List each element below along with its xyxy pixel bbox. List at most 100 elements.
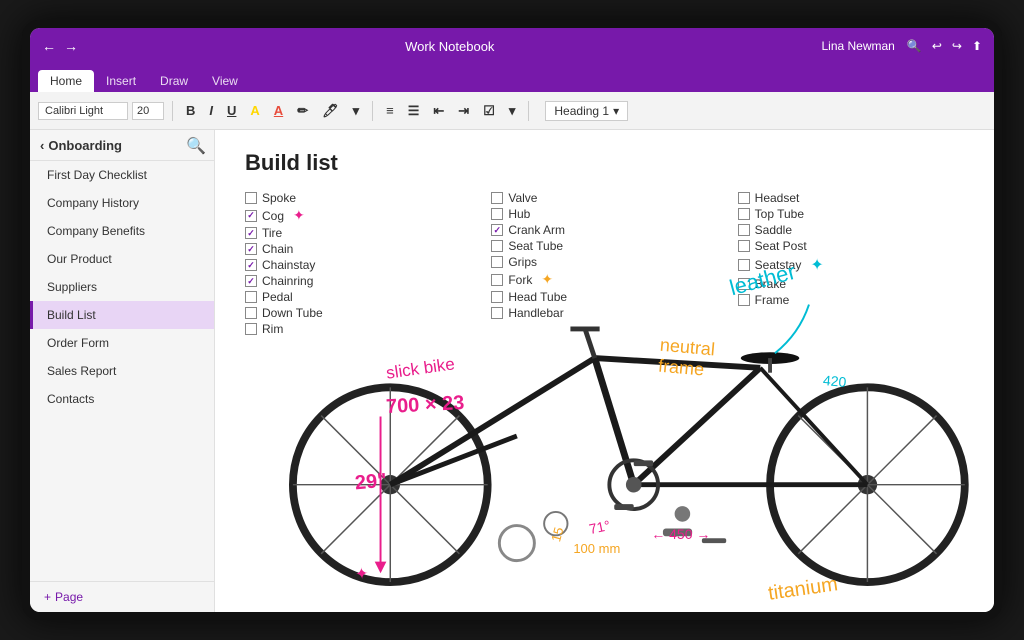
item-label: Hub (508, 207, 530, 221)
heading-dropdown[interactable]: Heading 1 ▾ (545, 101, 628, 121)
italic-button[interactable]: I (204, 101, 218, 120)
item-label: Seat Tube (508, 239, 563, 253)
checkbox-chain[interactable] (245, 243, 257, 255)
format-button[interactable]: ✏ (292, 101, 313, 121)
list-item: Chain (245, 241, 471, 257)
sidebar-item-build-list[interactable]: Build List (30, 301, 214, 329)
increase-indent-button[interactable]: ⇥ (453, 101, 474, 121)
item-label: Crank Arm (508, 223, 565, 237)
font-size-selector[interactable] (132, 102, 164, 120)
sidebar-item-company-benefits[interactable]: Company Benefits (30, 217, 214, 245)
tab-view[interactable]: View (200, 70, 250, 92)
checkbox-crank-arm[interactable] (491, 224, 503, 236)
star-annotation-cog: ✦ (293, 207, 305, 224)
search-icon[interactable]: 🔍 (907, 39, 922, 53)
bike-illustration (215, 260, 994, 612)
checkbox-tire[interactable] (245, 227, 257, 239)
item-label: Valve (508, 191, 537, 205)
item-label: Saddle (755, 223, 792, 237)
list-item: Headset (738, 190, 964, 206)
checkbox-top-tube[interactable] (738, 208, 750, 220)
share-icon[interactable]: ⬆ (972, 39, 982, 53)
main-layout: ‹ Onboarding 🔍 First Day Checklist Compa… (30, 130, 994, 612)
sidebar-search-icon[interactable]: 🔍 (186, 136, 204, 154)
erase-button[interactable]: 🖊 (317, 101, 344, 121)
list-item: Valve (491, 190, 717, 206)
sidebar-item-contacts[interactable]: Contacts (30, 385, 214, 413)
item-label: Headset (755, 191, 800, 205)
item-label: Top Tube (755, 207, 804, 221)
forward-arrow[interactable]: → (64, 38, 78, 54)
checkbox-saddle[interactable] (738, 224, 750, 236)
font-selector[interactable] (38, 102, 128, 120)
undo-icon[interactable]: ↩ (932, 39, 942, 53)
checkbox-valve[interactable] (491, 192, 503, 204)
decrease-indent-button[interactable]: ⇤ (428, 101, 449, 121)
checkbox-button[interactable]: ☑ (478, 101, 500, 121)
title-bar-nav: ← → (42, 38, 78, 54)
sidebar-collapse-arrow[interactable]: ‹ (40, 138, 44, 153)
list-item: Seat Tube (491, 238, 717, 254)
ribbon-tabs: Home Insert Draw View (30, 64, 994, 92)
list-item: Spoke (245, 190, 471, 206)
checkbox-hub[interactable] (491, 208, 503, 220)
sidebar-item-first-day[interactable]: First Day Checklist (30, 161, 214, 189)
list-item: Crank Arm (491, 222, 717, 238)
checkbox-spoke[interactable] (245, 192, 257, 204)
font-color-button[interactable]: A (269, 101, 288, 120)
checkbox-headset[interactable] (738, 192, 750, 204)
back-arrow[interactable]: ← (42, 38, 56, 54)
checkbox-seat-post[interactable] (738, 240, 750, 252)
add-page-icon: + (44, 590, 51, 604)
numbered-list-button[interactable]: ☰ (403, 101, 425, 121)
list-item: Hub (491, 206, 717, 222)
toolbar-separator-2 (372, 101, 373, 121)
sidebar-item-sales-report[interactable]: Sales Report (30, 357, 214, 385)
notebook-title: Work Notebook (405, 39, 494, 54)
title-bar: ← → Work Notebook Lina Newman 🔍 ↩ ↪ ⬆ (30, 28, 994, 64)
sidebar-item-our-product[interactable]: Our Product (30, 245, 214, 273)
title-bar-right: Lina Newman 🔍 ↩ ↪ ⬆ (821, 39, 982, 53)
content-area: Build list Spoke Cog✦ Tire Chain Chainst… (215, 130, 994, 612)
sidebar-header: ‹ Onboarding 🔍 (30, 130, 214, 161)
tab-insert[interactable]: Insert (94, 70, 148, 92)
title-bar-icons: 🔍 ↩ ↪ ⬆ (907, 39, 982, 53)
tab-home[interactable]: Home (38, 70, 94, 92)
list-item: Tire (245, 225, 471, 241)
item-label: Tire (262, 226, 282, 240)
format-dropdown[interactable]: ▾ (348, 101, 365, 121)
checkbox-seat-tube[interactable] (491, 240, 503, 252)
tab-draw[interactable]: Draw (148, 70, 200, 92)
heading-label: Heading 1 (554, 104, 609, 118)
device-frame: ← → Work Notebook Lina Newman 🔍 ↩ ↪ ⬆ Ho… (22, 20, 1002, 620)
page-title: Build list (245, 150, 964, 176)
highlight-button[interactable]: A (245, 101, 264, 120)
device-screen: ← → Work Notebook Lina Newman 🔍 ↩ ↪ ⬆ Ho… (30, 28, 994, 612)
sidebar: ‹ Onboarding 🔍 First Day Checklist Compa… (30, 130, 215, 612)
bold-button[interactable]: B (181, 101, 200, 120)
toolbar: B I U A A ✏ 🖊 ▾ ≡ ☰ ⇤ ⇥ ☑ ▾ Heading 1 ▾ (30, 92, 994, 130)
toolbar-separator-1 (172, 101, 173, 121)
user-name: Lina Newman (821, 39, 894, 53)
add-page-button[interactable]: + Page (30, 581, 214, 612)
heading-dropdown-arrow: ▾ (613, 104, 619, 118)
sidebar-section-name: Onboarding (48, 138, 122, 153)
redo-icon[interactable]: ↪ (952, 39, 962, 53)
bullets-button[interactable]: ≡ (381, 101, 399, 120)
sidebar-item-order-form[interactable]: Order Form (30, 329, 214, 357)
toolbar-separator-3 (528, 101, 529, 121)
sidebar-item-suppliers[interactable]: Suppliers (30, 273, 214, 301)
sidebar-item-company-history[interactable]: Company History (30, 189, 214, 217)
item-label: Chain (262, 242, 293, 256)
list-item: Seat Post (738, 238, 964, 254)
list-dropdown[interactable]: ▾ (504, 101, 521, 121)
list-item: Top Tube (738, 206, 964, 222)
checkbox-cog[interactable] (245, 210, 257, 222)
item-label: Spoke (262, 191, 296, 205)
add-page-label: Page (55, 590, 83, 604)
underline-button[interactable]: U (222, 101, 241, 120)
item-label: Seat Post (755, 239, 807, 253)
bike-area: leather neutralframe slick bike 700 × 23… (215, 260, 994, 612)
sidebar-section-title: ‹ Onboarding (40, 138, 122, 153)
list-item: Saddle (738, 222, 964, 238)
